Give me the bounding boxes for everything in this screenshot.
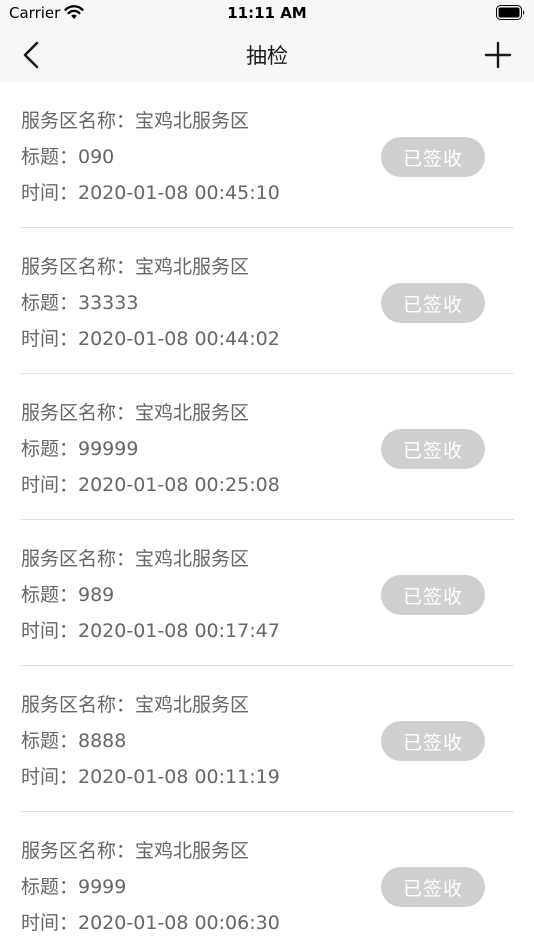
title-text: 标题：8888 bbox=[21, 730, 127, 752]
navigation-bar: 抽检 bbox=[0, 28, 534, 82]
signed-status-button[interactable]: 已签收 bbox=[381, 283, 485, 323]
service-area-text: 服务区名称：宝鸡北服务区 bbox=[21, 548, 250, 570]
time-text: 时间：2020-01-08 00:11:19 bbox=[21, 766, 280, 788]
service-area-text: 服务区名称：宝鸡北服务区 bbox=[21, 402, 250, 424]
service-area-text: 服务区名称：宝鸡北服务区 bbox=[21, 256, 250, 278]
service-area-text: 服务区名称：宝鸡北服务区 bbox=[21, 840, 250, 862]
list-item[interactable]: 服务区名称：宝鸡北服务区 标题：33333 时间：2020-01-08 00:4… bbox=[0, 228, 534, 374]
time-text: 时间：2020-01-08 00:45:10 bbox=[21, 182, 280, 204]
signed-status-button[interactable]: 已签收 bbox=[381, 575, 485, 615]
page-title: 抽检 bbox=[246, 44, 288, 68]
list-item[interactable]: 服务区名称：宝鸡北服务区 标题：989 时间：2020-01-08 00:17:… bbox=[0, 520, 534, 666]
signed-status-button[interactable]: 已签收 bbox=[381, 429, 485, 469]
time-text: 时间：2020-01-08 00:44:02 bbox=[21, 328, 280, 350]
list-item[interactable]: 服务区名称：宝鸡北服务区 标题：8888 时间：2020-01-08 00:11… bbox=[0, 666, 534, 812]
status-bar: Carrier 11:11 AM bbox=[0, 0, 534, 28]
screen: Carrier 11:11 AM 抽检 服务区名称：宝鸡北服务区 标题：090 … bbox=[0, 0, 534, 950]
title-text: 标题：090 bbox=[21, 146, 115, 168]
title-text: 标题：33333 bbox=[21, 292, 139, 314]
title-text: 标题：989 bbox=[21, 584, 115, 606]
add-button[interactable] bbox=[482, 39, 514, 71]
service-area-text: 服务区名称：宝鸡北服务区 bbox=[21, 110, 250, 132]
time-text: 时间：2020-01-08 00:06:30 bbox=[21, 912, 280, 934]
status-time: 11:11 AM bbox=[227, 4, 307, 22]
title-text: 标题：99999 bbox=[21, 438, 139, 460]
inspection-list: 服务区名称：宝鸡北服务区 标题：090 时间：2020-01-08 00:45:… bbox=[0, 82, 534, 950]
time-text: 时间：2020-01-08 00:25:08 bbox=[21, 474, 280, 496]
signed-status-button[interactable]: 已签收 bbox=[381, 137, 485, 177]
time-text: 时间：2020-01-08 00:17:47 bbox=[21, 620, 280, 642]
title-text: 标题：9999 bbox=[21, 876, 127, 898]
battery-icon bbox=[496, 5, 525, 20]
list-item[interactable]: 服务区名称：宝鸡北服务区 标题：99999 时间：2020-01-08 00:2… bbox=[0, 374, 534, 520]
service-area-text: 服务区名称：宝鸡北服务区 bbox=[21, 694, 250, 716]
list-item[interactable]: 服务区名称：宝鸡北服务区 标题：090 时间：2020-01-08 00:45:… bbox=[0, 82, 534, 228]
signed-status-button[interactable]: 已签收 bbox=[381, 721, 485, 761]
plus-icon bbox=[484, 41, 512, 69]
signed-status-button[interactable]: 已签收 bbox=[381, 867, 485, 907]
list-item[interactable]: 服务区名称：宝鸡北服务区 标题：9999 时间：2020-01-08 00:06… bbox=[0, 812, 534, 950]
